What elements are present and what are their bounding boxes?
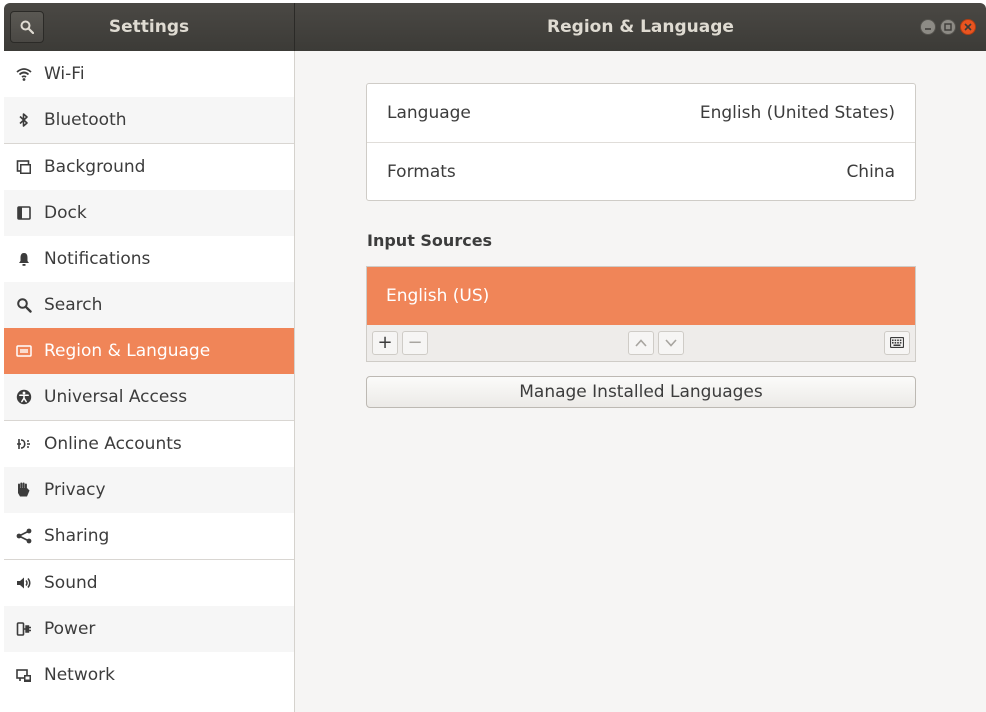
sidebar-item-power[interactable]: Power [4, 606, 294, 652]
input-sources-toolbar: + − [367, 325, 915, 361]
sidebar-item-label: Background [44, 157, 146, 177]
add-input-source-button[interactable]: + [372, 331, 398, 355]
sidebar-item-network[interactable]: Network [4, 652, 294, 698]
main-panel: Language English (United States) Formats… [295, 51, 986, 712]
hand-icon [18, 482, 30, 497]
power-icon [16, 622, 31, 636]
move-up-button[interactable] [628, 331, 654, 355]
manage-installed-languages-button[interactable]: Manage Installed Languages [366, 376, 916, 408]
share-icon [16, 528, 32, 544]
formats-label: Formats [387, 162, 456, 182]
sidebar-item-region-language[interactable]: Region & Language [4, 328, 294, 374]
minimize-button[interactable] [920, 19, 936, 35]
minimize-icon [925, 28, 931, 30]
input-source-item[interactable]: English (US) [367, 267, 915, 325]
sidebar-item-label: Power [44, 619, 96, 639]
region-language-icon [16, 345, 32, 357]
header-left: Settings [4, 3, 294, 51]
chevron-up-icon [635, 339, 647, 347]
language-row[interactable]: Language English (United States) [367, 84, 915, 142]
sidebar-item-label: Sound [44, 573, 98, 593]
formats-row[interactable]: Formats China [367, 143, 915, 201]
window-controls [920, 19, 976, 35]
sidebar-item-background[interactable]: Background [4, 144, 294, 190]
sidebar-item-label: Network [44, 665, 115, 685]
sidebar-item-search[interactable]: Search [4, 282, 294, 328]
search-icon [20, 20, 34, 34]
header-bar: Settings Region & Language [4, 3, 986, 51]
language-label: Language [387, 103, 471, 123]
input-source-label: English (US) [386, 286, 490, 306]
sidebar-item-label: Privacy [44, 480, 106, 500]
sidebar-item-label: Universal Access [44, 387, 188, 407]
bell-icon [19, 253, 29, 266]
settings-window: Settings Region & Language Wi-Fi Bluetoo… [4, 3, 986, 712]
sidebar-item-notifications[interactable]: Notifications [4, 236, 294, 282]
sidebar-item-privacy[interactable]: Privacy [4, 467, 294, 513]
network-icon [16, 669, 31, 682]
search-button[interactable] [10, 11, 44, 43]
formats-value: China [846, 162, 895, 182]
background-icon [16, 160, 31, 174]
sidebar-item-label: Dock [44, 203, 87, 223]
close-icon [964, 23, 972, 31]
dock-icon [17, 206, 31, 220]
sidebar-item-label: Notifications [44, 249, 151, 269]
sidebar-item-label: Online Accounts [44, 434, 182, 454]
sidebar-item-dock[interactable]: Dock [4, 190, 294, 236]
sidebar-item-label: Sharing [44, 526, 110, 546]
sidebar-item-label: Wi-Fi [44, 64, 85, 84]
sidebar-item-sharing[interactable]: Sharing [4, 513, 294, 559]
universal-access-icon [16, 389, 32, 405]
remove-input-source-button[interactable]: − [402, 331, 428, 355]
sidebar: Wi-Fi Bluetooth Background Dock Notifica… [4, 51, 295, 712]
sidebar-item-label: Bluetooth [44, 110, 127, 130]
online-accounts-icon [17, 439, 30, 449]
panel-title: Region & Language [547, 17, 734, 37]
wifi-icon [16, 68, 32, 81]
sidebar-title: Settings [108, 17, 190, 37]
keyboard-layout-button[interactable] [884, 331, 910, 355]
sidebar-item-universal-access[interactable]: Universal Access [4, 374, 294, 420]
speaker-icon [17, 577, 31, 589]
sidebar-item-label: Search [44, 295, 103, 315]
close-button[interactable] [960, 19, 976, 35]
sidebar-item-wifi[interactable]: Wi-Fi [4, 51, 294, 97]
maximize-icon [944, 23, 952, 31]
sidebar-item-label: Region & Language [44, 341, 211, 361]
sidebar-item-sound[interactable]: Sound [4, 560, 294, 606]
language-value: English (United States) [699, 103, 895, 123]
sidebar-item-bluetooth[interactable]: Bluetooth [4, 97, 294, 143]
keyboard-icon [890, 337, 904, 348]
input-sources-title: Input Sources [367, 231, 493, 250]
move-down-button[interactable] [658, 331, 684, 355]
bluetooth-icon [19, 113, 28, 127]
sidebar-item-online-accounts[interactable]: Online Accounts [4, 421, 294, 467]
chevron-down-icon [665, 339, 677, 347]
search-icon [17, 298, 32, 313]
maximize-button[interactable] [940, 19, 956, 35]
region-card: Language English (United States) Formats… [366, 83, 916, 201]
input-sources-list: English (US) + − [366, 266, 916, 362]
